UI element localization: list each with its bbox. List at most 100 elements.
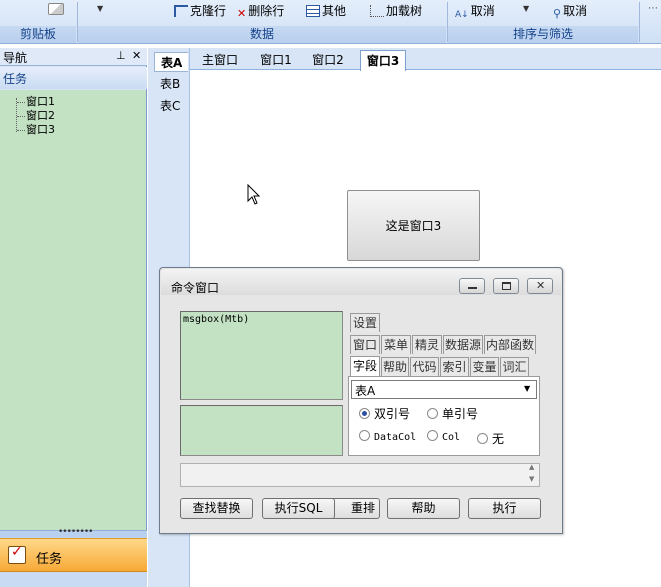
task-tree: 窗口1 窗口2 窗口3 bbox=[0, 90, 146, 530]
eraser-icon[interactable] bbox=[48, 3, 64, 15]
tab-internal-functions[interactable]: 内部函数 bbox=[484, 335, 536, 354]
divider bbox=[639, 2, 640, 42]
execute-sql-button[interactable]: 执行SQL bbox=[262, 498, 335, 519]
tab-index[interactable]: 索引 bbox=[440, 357, 469, 376]
filter-icon: ⚲ bbox=[553, 7, 562, 20]
task-nav-button[interactable]: ✓ 任务 bbox=[0, 538, 147, 572]
restore-button[interactable] bbox=[493, 278, 519, 294]
radio-none-label: 无 bbox=[492, 432, 505, 446]
radio-datacol[interactable]: DataCol bbox=[359, 430, 416, 443]
tab-window2[interactable]: 窗口2 bbox=[306, 50, 350, 70]
tab-help[interactable]: 帮助 bbox=[381, 357, 409, 376]
tab-window[interactable]: 窗口 bbox=[350, 335, 380, 354]
task-button-label: 任务 bbox=[36, 552, 63, 567]
hidden-arrange-button[interactable]: 重排 bbox=[328, 498, 380, 519]
fields-panel: 表A ▼ 双引号 单引号 DataCol Col 无 bbox=[348, 376, 540, 456]
scroll-down-icon[interactable]: ▼ bbox=[529, 475, 534, 483]
close-button[interactable]: ✕ bbox=[527, 278, 553, 294]
hidden-arrange-label: 重排 bbox=[350, 501, 375, 515]
radio-none[interactable]: 无 bbox=[477, 430, 504, 447]
nav-footer bbox=[0, 572, 147, 587]
command-window-titlebar[interactable]: 命令窗口 ✕ bbox=[161, 269, 561, 295]
radio-none-icon bbox=[477, 433, 488, 444]
close-icon: ✕ bbox=[536, 279, 546, 292]
output-box[interactable] bbox=[180, 405, 343, 456]
sort-az-icon: A↓ bbox=[455, 10, 469, 20]
tab-fields[interactable]: 字段 bbox=[350, 356, 380, 376]
load-tree-button[interactable]: 加载树 bbox=[370, 2, 422, 20]
table-tab-c[interactable]: 表C bbox=[154, 96, 188, 116]
tree-item-window2[interactable]: 窗口2 bbox=[26, 109, 55, 122]
nav-header: 导航 ⊥ ✕ bbox=[0, 48, 147, 66]
table-select[interactable]: 表A ▼ bbox=[351, 380, 537, 399]
tree-icon bbox=[370, 5, 384, 17]
clone-row-icon bbox=[174, 5, 188, 17]
nav-section-title: 任务 bbox=[3, 72, 28, 86]
sort-cancel-button[interactable]: A↓ 取消 bbox=[455, 2, 495, 20]
radio-double-quote-icon bbox=[359, 408, 370, 419]
nav-title: 导航 bbox=[3, 51, 28, 65]
sort-cancel-label: 取消 bbox=[470, 4, 495, 18]
dropdown-arrow-icon[interactable]: ▼ bbox=[97, 4, 103, 13]
filter-cancel-label: 取消 bbox=[563, 4, 588, 18]
nav-section-header: 任务 bbox=[0, 67, 147, 89]
find-replace-button[interactable]: 查找替换 bbox=[180, 498, 253, 519]
radio-double-quote-label: 双引号 bbox=[374, 407, 411, 421]
tab-wizard[interactable]: 精灵 bbox=[412, 335, 442, 354]
restore-icon bbox=[502, 282, 511, 290]
table-tab-b[interactable]: 表B bbox=[154, 74, 188, 94]
pin-icon[interactable]: ⊥ bbox=[116, 49, 126, 62]
grid-icon bbox=[306, 5, 320, 17]
ribbon: 剪贴板 ▼ 克隆行 ✕ 删除行 其他 加载树 数据 A↓ 取消 ▼ ⚲ 取消 排序与筛… bbox=[0, 0, 661, 44]
tab-vocabulary[interactable]: 词汇 bbox=[500, 357, 529, 376]
tab-window1[interactable]: 窗口1 bbox=[254, 50, 298, 70]
execute-button[interactable]: 执行 bbox=[468, 498, 541, 519]
code-editor[interactable]: msgbox(Mtb) bbox=[180, 311, 343, 400]
other-button[interactable]: 其他 bbox=[306, 2, 346, 20]
radio-double-quote[interactable]: 双引号 bbox=[359, 405, 410, 422]
radio-col-label: Col bbox=[442, 432, 461, 443]
minimize-button[interactable] bbox=[459, 278, 485, 294]
tab-window3[interactable]: 窗口3 bbox=[360, 50, 406, 71]
more-icon[interactable]: ⋯ bbox=[648, 3, 658, 14]
window-tab-strip: 主窗口 窗口1 窗口2 窗口3 bbox=[190, 48, 661, 71]
mouse-cursor-icon bbox=[247, 184, 261, 205]
child-window-3[interactable]: 这是窗口3 bbox=[347, 190, 480, 261]
clone-row-label: 克隆行 bbox=[190, 4, 227, 18]
code-text: msgbox(Mtb) bbox=[183, 314, 250, 325]
delete-row-button[interactable]: ✕ 删除行 bbox=[237, 2, 284, 20]
radio-datacol-label: DataCol bbox=[374, 432, 417, 443]
radio-col-icon bbox=[427, 430, 438, 441]
tab-settings[interactable]: 设置 bbox=[350, 313, 380, 332]
delete-row-label: 删除行 bbox=[248, 4, 285, 18]
help-button[interactable]: 帮助 bbox=[387, 498, 460, 519]
tree-connector bbox=[17, 130, 25, 131]
radio-single-quote[interactable]: 单引号 bbox=[427, 405, 478, 422]
radio-single-quote-icon bbox=[427, 408, 438, 419]
clone-row-button[interactable]: 克隆行 bbox=[174, 2, 226, 20]
grip-dots: •••••••• bbox=[58, 527, 93, 537]
filter-cancel-button[interactable]: ⚲ 取消 bbox=[553, 2, 587, 20]
other-label: 其他 bbox=[322, 4, 347, 18]
radio-col[interactable]: Col bbox=[427, 430, 460, 443]
close-icon[interactable]: ✕ bbox=[132, 49, 141, 62]
tree-item-window1[interactable]: 窗口1 bbox=[26, 95, 55, 108]
nav-splitter[interactable]: •••••••• bbox=[0, 527, 147, 538]
load-tree-label: 加载树 bbox=[386, 4, 423, 18]
tab-main-window[interactable]: 主窗口 bbox=[196, 50, 244, 70]
tree-item-window3[interactable]: 窗口3 bbox=[26, 123, 55, 136]
scroll-up-icon[interactable]: ▲ bbox=[529, 463, 534, 471]
command-window[interactable]: 命令窗口 ✕ msgbox(Mtb) 设置 窗口 菜单 精灵 数据源 内部函数 … bbox=[159, 267, 563, 534]
dropdown-arrow-icon[interactable]: ▼ bbox=[523, 4, 529, 13]
table-tab-a[interactable]: 表A bbox=[154, 52, 188, 72]
tab-menu[interactable]: 菜单 bbox=[381, 335, 411, 354]
tab-datasource[interactable]: 数据源 bbox=[443, 335, 483, 354]
child-window-text: 这是窗口3 bbox=[385, 219, 442, 233]
tree-connector bbox=[16, 98, 17, 132]
tab-variables[interactable]: 变量 bbox=[470, 357, 499, 376]
group-clipboard-label: 剪贴板 bbox=[0, 26, 76, 43]
tab-code[interactable]: 代码 bbox=[410, 357, 439, 376]
radio-datacol-icon bbox=[359, 430, 370, 441]
delete-row-icon: ✕ bbox=[237, 7, 247, 20]
message-bar[interactable]: ▲ ▼ bbox=[180, 463, 540, 487]
